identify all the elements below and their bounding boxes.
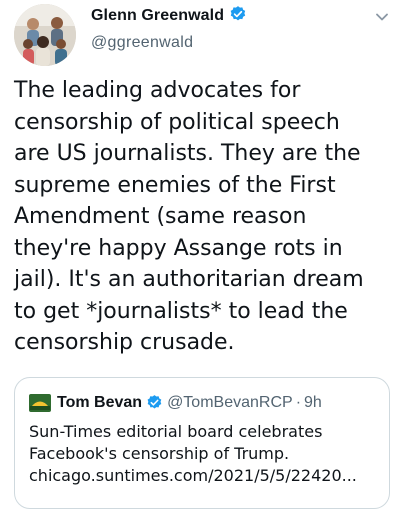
quoted-tweet-text: Sun-Times editorial board celebrates Fac… [29,422,357,485]
tweet-text: The leading advocates for censorship of … [14,78,364,355]
author-avatar-photo [14,4,76,66]
author-name[interactable]: Glenn Greenwald [91,7,224,24]
verified-badge-icon [229,5,247,28]
author-avatar[interactable] [14,4,76,66]
quoted-author-handle: @TomBevanRCP [167,394,293,411]
quoted-author-name: Tom Bevan [57,394,143,411]
quoted-tweet[interactable]: Tom Bevan @TomBevanRCP · 9h Sun-Times ed… [14,377,390,509]
quoted-tweet-header: Tom Bevan @TomBevanRCP · 9h [29,392,322,414]
quoted-separator: · [295,394,302,411]
quoted-author-avatar [29,394,51,412]
quoted-timestamp: 9h [304,394,322,411]
author-handle[interactable]: @ggreenwald [91,34,193,52]
author-name-row[interactable]: Glenn Greenwald [91,5,247,28]
more-options-chevron-icon[interactable] [372,7,392,27]
quoted-verified-badge-icon [146,394,163,413]
